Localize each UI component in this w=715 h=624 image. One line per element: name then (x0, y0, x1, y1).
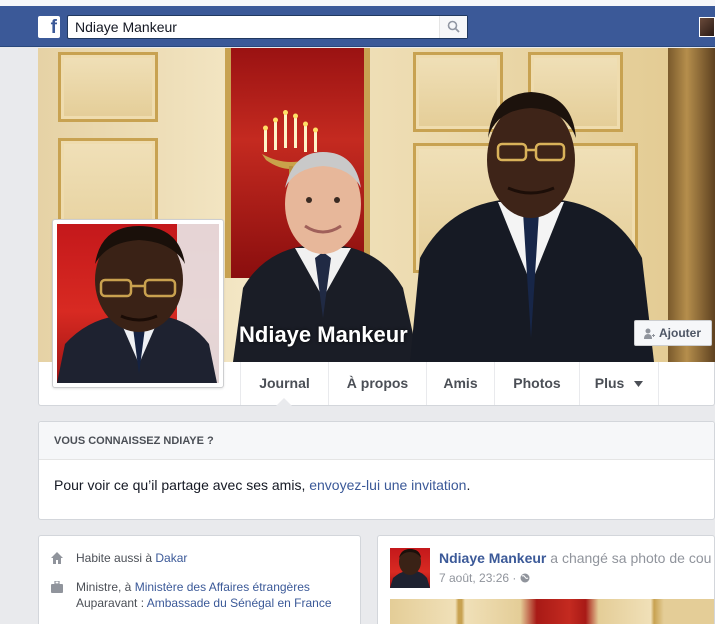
intro-work-previous-link[interactable]: Ambassade du Sénégal en France (147, 596, 332, 610)
tab-photos-label: Photos (513, 375, 561, 391)
right-wall (668, 48, 715, 362)
intro-lives-place-link[interactable]: Dakar (155, 551, 187, 565)
post-timestamp: 7 août, 23:26 · (439, 571, 530, 585)
know-card-body: Pour voir ce qu’il partage avec ses amis… (39, 460, 714, 493)
intro-work: Ministre, à Ministère des Affaires étran… (51, 579, 351, 619)
intro-lives-prefix: Habite aussi à (76, 551, 153, 565)
wall-panel (58, 52, 158, 122)
top-navigation-bar: f (0, 6, 715, 47)
tab-journal-label: Journal (259, 375, 310, 391)
intro-work-employer-link[interactable]: Ministère des Affaires étrangères (135, 580, 310, 594)
tab-more-label: Plus (594, 375, 625, 391)
profile-picture-image (57, 224, 219, 383)
know-card-suffix: . (466, 477, 471, 493)
search-button[interactable] (439, 16, 467, 38)
tab-more[interactable]: Plus (579, 362, 659, 405)
post-time-text[interactable]: 7 août, 23:26 · (439, 571, 516, 585)
know-person-card: VOUS CONNAISSEZ NDIAYE ? Pour voir ce qu… (38, 421, 715, 520)
facebook-logo-icon[interactable]: f (38, 16, 60, 38)
post-author-avatar[interactable] (390, 548, 430, 588)
active-tab-indicator (276, 398, 292, 406)
know-card-text: Pour voir ce qu’il partage avec ses amis… (54, 477, 306, 493)
cover-person-right (406, 88, 656, 362)
search-bar (67, 15, 468, 39)
post-cover-photo[interactable] (390, 599, 714, 624)
intro-lives: Habite aussi à Dakar (51, 550, 351, 570)
briefcase-icon (51, 581, 63, 593)
add-friend-button[interactable]: Ajouter (634, 320, 712, 346)
user-avatar[interactable] (699, 17, 715, 37)
intro-work-prefix: Ministre, à (76, 580, 132, 594)
send-invitation-link[interactable]: envoyez-lui une invitation (309, 477, 466, 493)
intro-work-previous-prefix: Auparavant : (76, 596, 145, 610)
add-friend-label: Ajouter (659, 326, 701, 340)
post-headline: Ndiaye Mankeur a changé sa photo de cou (439, 550, 711, 566)
tab-friends-label: Amis (443, 375, 478, 391)
search-input[interactable] (68, 16, 438, 38)
timeline-post: Ndiaye Mankeur a changé sa photo de cou … (377, 535, 715, 624)
add-friend-icon (644, 328, 655, 339)
tab-about[interactable]: À propos (328, 362, 426, 405)
globe-icon (520, 573, 530, 583)
home-icon (51, 552, 63, 564)
tab-friends[interactable]: Amis (426, 362, 494, 405)
post-action: a changé sa photo de cou (550, 550, 712, 566)
search-icon (447, 20, 460, 33)
profile-name[interactable]: Ndiaye Mankeur (239, 322, 408, 348)
tab-about-label: À propos (346, 375, 409, 391)
chevron-down-icon (634, 381, 644, 388)
tab-photos[interactable]: Photos (494, 362, 579, 405)
know-card-title: VOUS CONNAISSEZ NDIAYE ? (39, 422, 714, 460)
profile-picture[interactable] (52, 219, 224, 388)
intro-card: Habite aussi à Dakar Ministre, à Ministè… (38, 535, 361, 624)
post-author-link[interactable]: Ndiaye Mankeur (439, 550, 546, 566)
